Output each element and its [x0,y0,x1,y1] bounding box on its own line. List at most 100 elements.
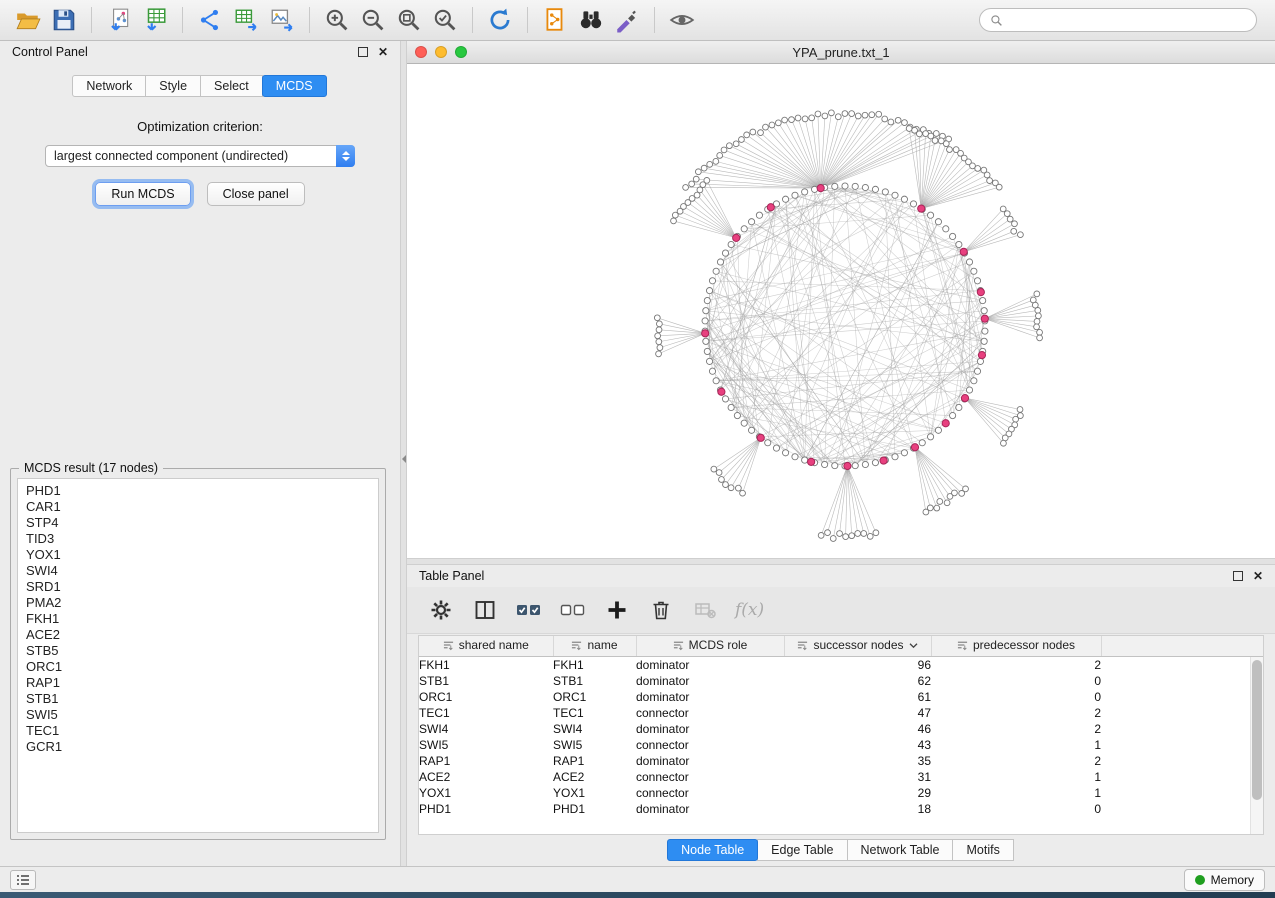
mcds-result-item[interactable]: SRD1 [26,579,378,595]
column-selector-button[interactable] [471,596,499,624]
mcds-result-item[interactable]: PMA2 [26,595,378,611]
cell-succ[interactable]: 46 [784,721,931,737]
cell-role[interactable]: dominator [636,801,784,817]
table-row[interactable]: SWI5SWI5connector431 [419,737,1263,753]
export-network-button[interactable] [192,4,228,36]
float-table-panel-icon[interactable] [1233,571,1243,581]
mcds-result-item[interactable]: SWI4 [26,563,378,579]
mcds-result-item[interactable]: ACE2 [26,627,378,643]
cell-pred[interactable]: 0 [931,689,1101,705]
mcds-result-item[interactable]: TID3 [26,531,378,547]
mcds-result-item[interactable]: STB5 [26,643,378,659]
memory-button[interactable]: Memory [1184,869,1265,891]
settings-gear-button[interactable] [427,596,455,624]
column-header-successor-nodes[interactable]: successor nodes [784,636,931,657]
table-row[interactable]: STB1STB1dominator620 [419,673,1263,689]
cell-succ[interactable]: 18 [784,801,931,817]
share-document-button[interactable] [537,4,573,36]
open-file-button[interactable] [10,4,46,36]
mcds-result-item[interactable]: TEC1 [26,723,378,739]
mcds-result-item[interactable]: STP4 [26,515,378,531]
tab-style[interactable]: Style [145,75,201,97]
tab-mcds[interactable]: MCDS [262,75,327,97]
cell-name[interactable]: PHD1 [553,801,636,817]
cell-shared[interactable]: RAP1 [419,753,553,769]
zoom-fit-button[interactable] [391,4,427,36]
table-row[interactable]: PHD1PHD1dominator180 [419,801,1263,817]
tab-network-table[interactable]: Network Table [847,839,954,861]
mcds-result-item[interactable]: CAR1 [26,499,378,515]
optimization-dropdown[interactable]: largest connected component (undirected) [45,145,355,167]
select-all-button[interactable] [515,596,543,624]
mcds-result-item[interactable]: YOX1 [26,547,378,563]
table-row[interactable]: YOX1YOX1connector291 [419,785,1263,801]
cell-name[interactable]: YOX1 [553,785,636,801]
cell-pred[interactable]: 1 [931,737,1101,753]
save-session-button[interactable] [46,4,82,36]
cell-role[interactable]: connector [636,737,784,753]
delete-column-button[interactable] [647,596,675,624]
filter-tool-button[interactable] [609,4,645,36]
import-table-button[interactable] [137,4,173,36]
column-header-name[interactable]: name [553,636,636,657]
cell-pred[interactable]: 2 [931,721,1101,737]
zoom-in-button[interactable] [319,4,355,36]
export-image-button[interactable] [264,4,300,36]
close-window-icon[interactable] [415,46,427,58]
mcds-result-list[interactable]: PHD1CAR1STP4TID3YOX1SWI4SRD1PMA2FKH1ACE2… [17,478,379,833]
scrollbar-thumb[interactable] [1252,660,1262,800]
cell-shared[interactable]: TEC1 [419,705,553,721]
table-row[interactable]: TEC1TEC1connector472 [419,705,1263,721]
search-input[interactable] [1009,12,1246,28]
cell-name[interactable]: ACE2 [553,769,636,785]
cell-role[interactable]: connector [636,705,784,721]
refresh-layout-button[interactable] [482,4,518,36]
cell-shared[interactable]: YOX1 [419,785,553,801]
import-network-button[interactable] [101,4,137,36]
tab-edge-table[interactable]: Edge Table [757,839,847,861]
cell-pred[interactable]: 2 [931,657,1101,674]
function-builder-button[interactable]: f(x) [735,600,764,620]
zoom-selected-button[interactable] [427,4,463,36]
run-mcds-button[interactable]: Run MCDS [95,182,190,206]
cell-name[interactable]: FKH1 [553,657,636,674]
vertical-splitter[interactable] [400,41,407,866]
mcds-result-item[interactable]: GCR1 [26,739,378,755]
tab-select[interactable]: Select [200,75,263,97]
search-box[interactable] [979,8,1257,32]
table-row[interactable]: ORC1ORC1dominator610 [419,689,1263,705]
cell-pred[interactable]: 0 [931,801,1101,817]
mcds-result-item[interactable]: STB1 [26,691,378,707]
maximize-window-icon[interactable] [455,46,467,58]
cell-shared[interactable]: ACE2 [419,769,553,785]
cell-pred[interactable]: 1 [931,785,1101,801]
horizontal-splitter[interactable] [407,558,1275,565]
mcds-result-item[interactable]: PHD1 [26,483,378,499]
cell-name[interactable]: ORC1 [553,689,636,705]
table-row[interactable]: FKH1FKH1dominator962 [419,657,1263,674]
cell-shared[interactable]: PHD1 [419,801,553,817]
tab-network[interactable]: Network [72,75,146,97]
cell-shared[interactable]: ORC1 [419,689,553,705]
mcds-result-item[interactable]: ORC1 [26,659,378,675]
mcds-result-item[interactable]: FKH1 [26,611,378,627]
cell-name[interactable]: RAP1 [553,753,636,769]
table-row[interactable]: RAP1RAP1dominator352 [419,753,1263,769]
clear-selection-button[interactable] [559,596,587,624]
cell-pred[interactable]: 2 [931,753,1101,769]
cell-role[interactable]: dominator [636,689,784,705]
cell-role[interactable]: connector [636,785,784,801]
cell-role[interactable]: dominator [636,753,784,769]
cell-shared[interactable]: FKH1 [419,657,553,674]
cell-succ[interactable]: 62 [784,673,931,689]
cell-pred[interactable]: 1 [931,769,1101,785]
cell-name[interactable]: TEC1 [553,705,636,721]
show-hide-eye-button[interactable] [664,4,700,36]
mcds-result-item[interactable]: SWI5 [26,707,378,723]
add-column-button[interactable] [603,596,631,624]
close-panel-button[interactable]: Close panel [207,182,305,206]
cell-role[interactable]: dominator [636,673,784,689]
cell-succ[interactable]: 29 [784,785,931,801]
float-panel-icon[interactable] [358,47,368,57]
cell-name[interactable]: STB1 [553,673,636,689]
